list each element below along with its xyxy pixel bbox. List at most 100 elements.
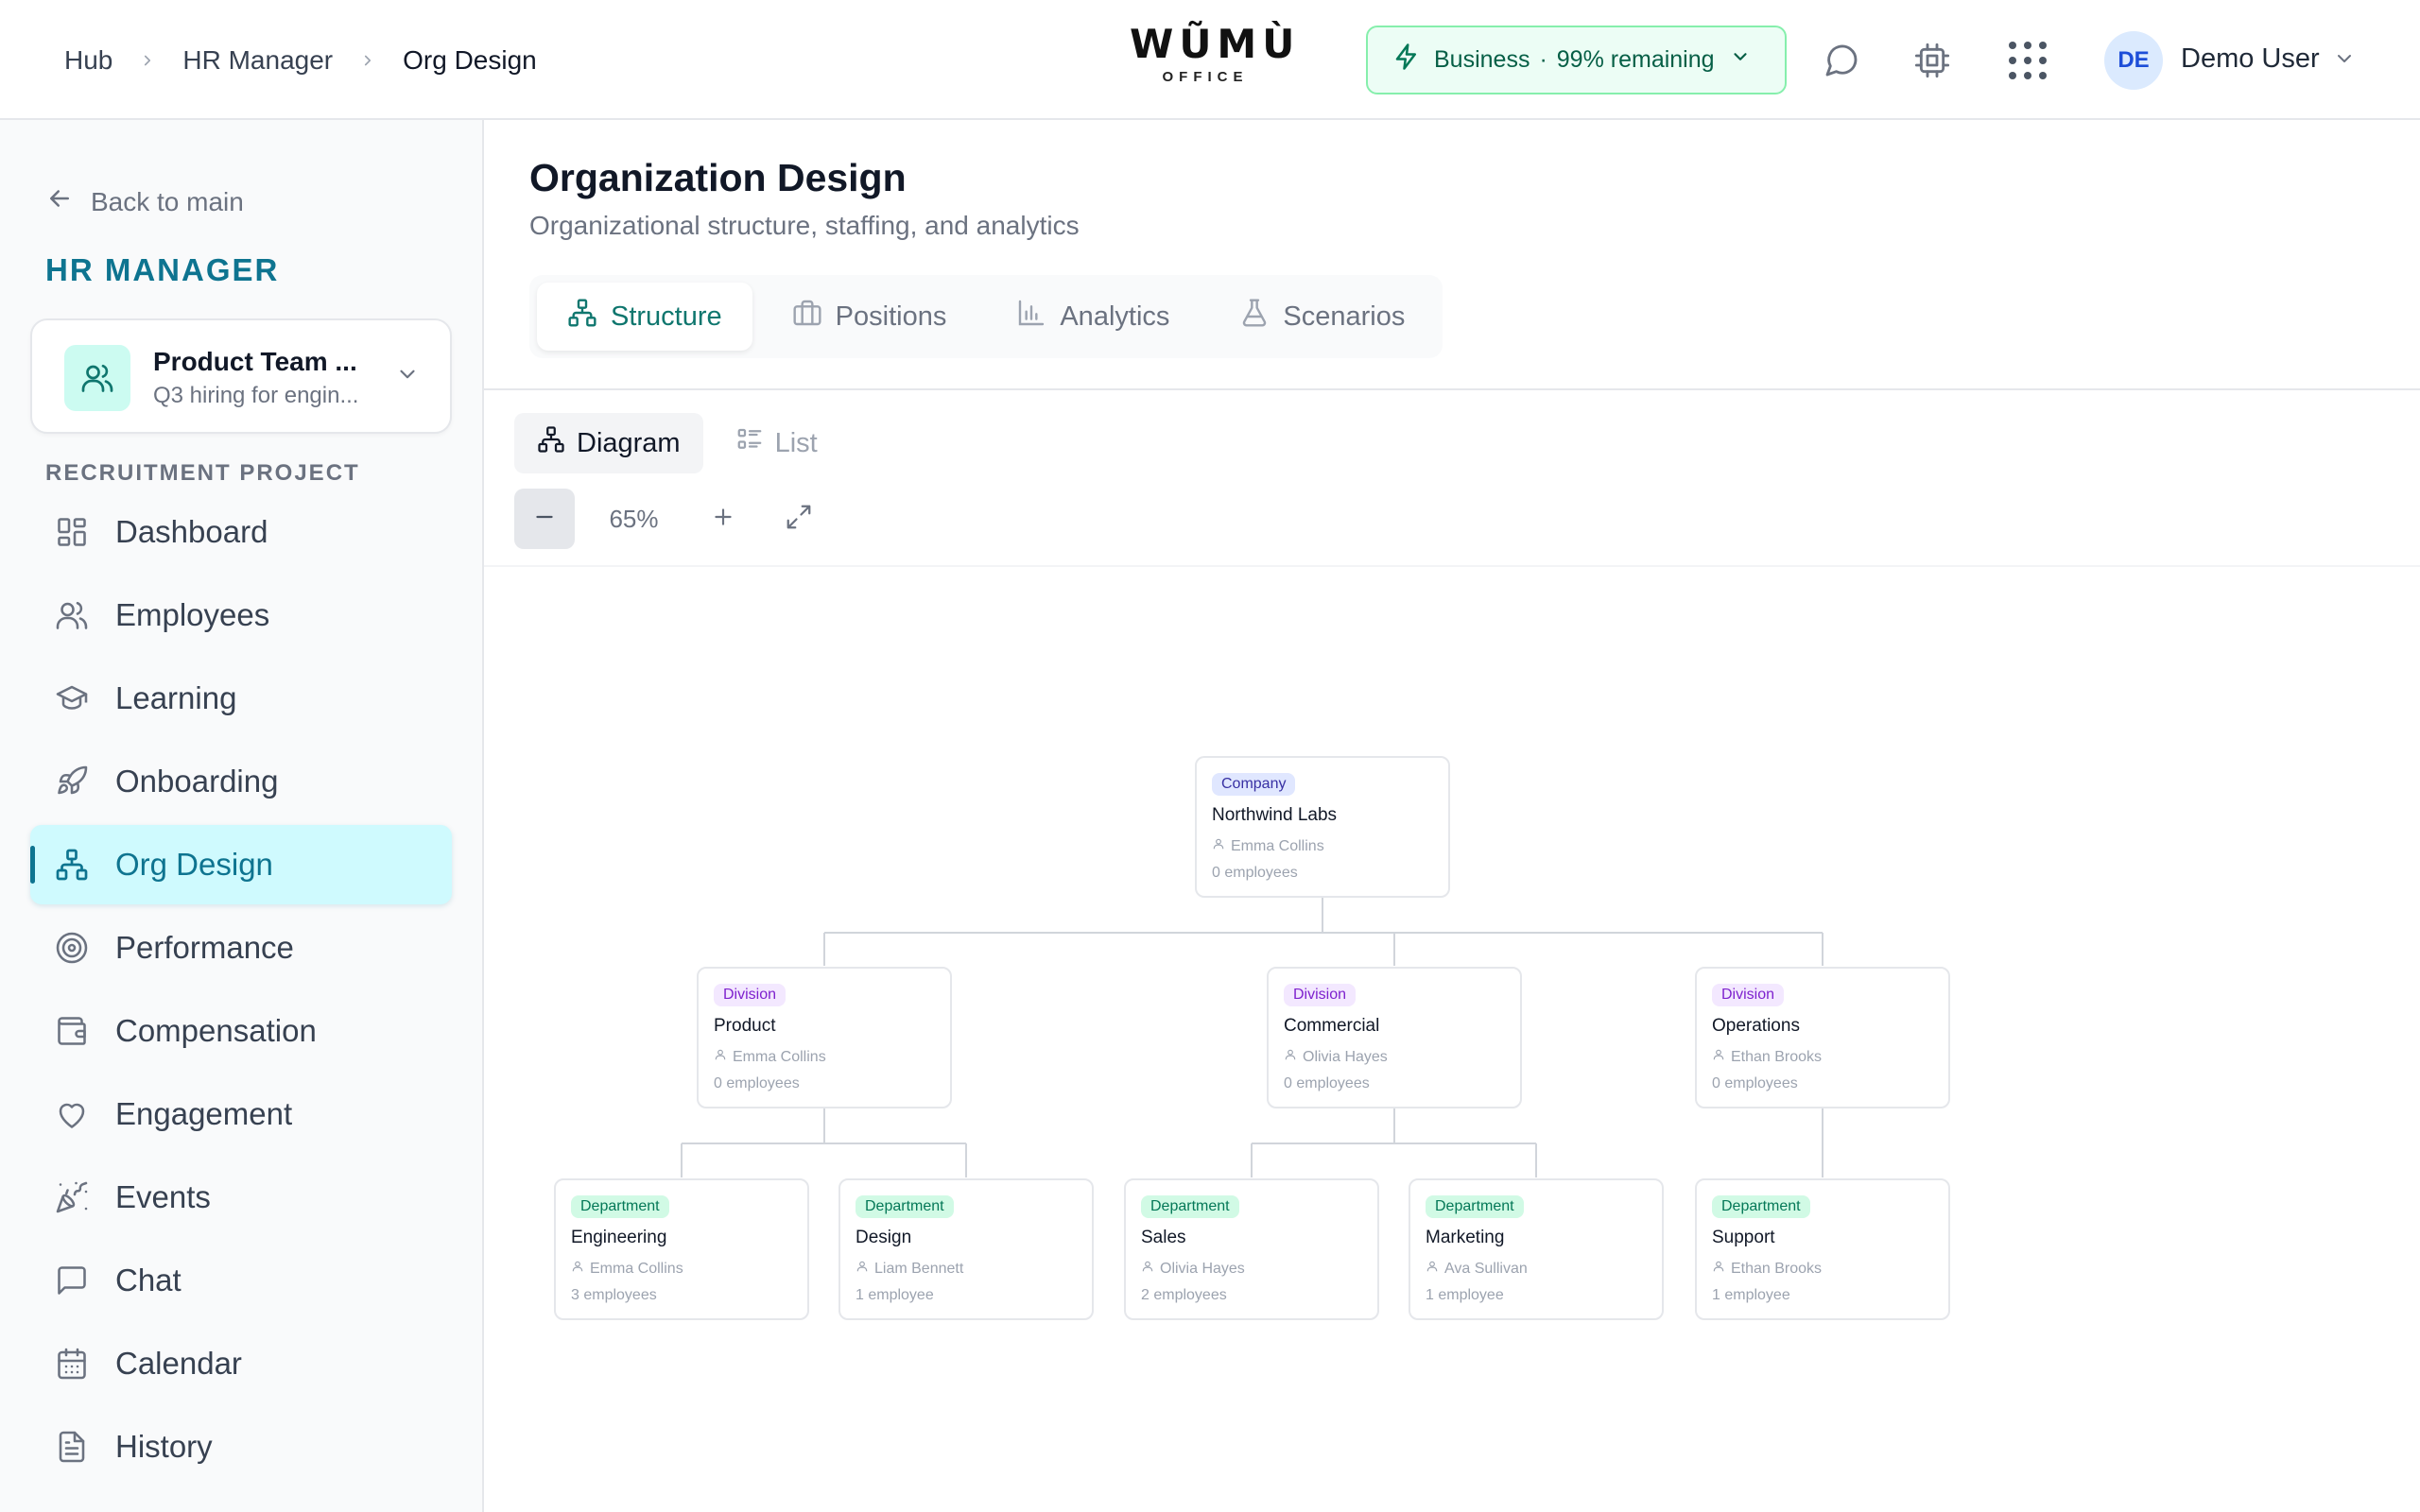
apps-grid-icon[interactable] [2005, 38, 2050, 83]
sidebar-item-history[interactable]: History [30, 1407, 452, 1486]
module-title: HR MANAGER [45, 252, 280, 287]
node-employee-count: 0 employees [714, 1075, 800, 1091]
sidebar-item-org-design[interactable]: Org Design [30, 825, 452, 904]
sidebar-item-learning[interactable]: Learning [30, 659, 452, 738]
user-icon [1426, 1260, 1439, 1278]
org-chart-icon [53, 846, 91, 884]
tab-label: Structure [611, 301, 722, 332]
org-node-division[interactable]: Division Operations Ethan Brooks 0 emplo… [1695, 967, 1950, 1108]
view-diagram-button[interactable]: Diagram [514, 413, 703, 473]
org-node-department[interactable]: Department Marketing Ava Sullivan 1 empl… [1409, 1178, 1664, 1320]
user-icon [1212, 837, 1225, 855]
zoom-controls: 65% [514, 489, 829, 549]
plus-icon [711, 505, 735, 534]
user-icon [856, 1260, 869, 1278]
graduation-cap-icon [53, 679, 91, 717]
sidebar-item-onboarding[interactable]: Onboarding [30, 742, 452, 821]
project-selector[interactable]: Product Team ... Q3 hiring for engin... [30, 318, 452, 434]
node-lead: Olivia Hayes [1141, 1260, 1362, 1278]
sidebar-item-dashboard[interactable]: Dashboard [30, 492, 452, 572]
tab-scenarios[interactable]: Scenarios [1209, 283, 1435, 351]
node-type-badge: Department [856, 1195, 954, 1218]
chevron-down-icon [1730, 46, 1751, 74]
node-lead-name: Ethan Brooks [1731, 1048, 1823, 1065]
node-lead: Emma Collins [571, 1260, 792, 1278]
lightning-icon [1392, 43, 1421, 77]
user-icon [1712, 1048, 1725, 1066]
main-content: Organization Design Organizational struc… [484, 120, 2420, 1512]
divider [484, 388, 2420, 390]
chat-bubble-icon[interactable] [1819, 38, 1864, 83]
tab-positions[interactable]: Positions [762, 283, 977, 351]
dashboard-icon [53, 513, 91, 551]
org-chart-icon [567, 298, 597, 335]
sidebar-item-engagement[interactable]: Engagement [30, 1074, 452, 1154]
node-name: Sales [1141, 1228, 1186, 1247]
org-node-department[interactable]: Department Design Liam Bennett 1 employe… [838, 1178, 1094, 1320]
sidebar-item-compensation[interactable]: Compensation [30, 991, 452, 1071]
tab-analytics[interactable]: Analytics [986, 283, 1200, 351]
node-type-badge: Company [1212, 773, 1296, 796]
wallet-icon [53, 1012, 91, 1050]
chevron-down-icon[interactable] [2333, 47, 2356, 75]
tab-label: Analytics [1060, 301, 1170, 332]
node-name: Northwind Labs [1212, 805, 1338, 825]
sidebar-item-events[interactable]: Events [30, 1158, 452, 1237]
node-name: Design [856, 1228, 912, 1247]
node-lead: Liam Bennett [856, 1260, 1077, 1278]
user-name[interactable]: Demo User [2181, 43, 2320, 75]
node-lead: Olivia Hayes [1284, 1048, 1505, 1066]
org-node-department[interactable]: Department Engineering Emma Collins 3 em… [554, 1178, 809, 1320]
org-chart-canvas[interactable]: Company Northwind Labs Emma Collins 0 em… [484, 567, 2420, 1512]
node-type-badge: Division [1284, 984, 1357, 1006]
cpu-icon[interactable] [1910, 38, 1955, 83]
node-name: Product [714, 1016, 776, 1036]
sidebar-item-employees[interactable]: Employees [30, 576, 452, 655]
user-icon [1712, 1260, 1725, 1278]
breadcrumb-hub[interactable]: Hub [64, 45, 112, 76]
users-icon [53, 596, 91, 634]
view-toggle: Diagram List [514, 413, 840, 473]
party-popper-icon [53, 1178, 91, 1216]
node-lead: Emma Collins [714, 1048, 935, 1066]
breadcrumb-hr-manager[interactable]: HR Manager [182, 45, 333, 76]
sidebar-item-label: Calendar [115, 1346, 242, 1381]
tab-bar: Structure Positions Analytics Scenarios [529, 275, 1443, 358]
project-name: Product Team ... [153, 347, 357, 376]
sidebar-item-performance[interactable]: Performance [30, 908, 452, 988]
view-list-button[interactable]: List [713, 413, 840, 473]
node-type-badge: Division [714, 984, 786, 1006]
arrow-left-icon [45, 184, 74, 219]
user-icon [1284, 1048, 1297, 1066]
node-employee-count: 0 employees [1712, 1075, 1798, 1091]
org-node-department[interactable]: Department Support Ethan Brooks 1 employ… [1695, 1178, 1950, 1320]
tab-label: Scenarios [1283, 301, 1406, 332]
app-logo[interactable]: WŨMÙ OFFICE [1130, 21, 1294, 85]
org-node-department[interactable]: Department Sales Olivia Hayes 2 employee… [1124, 1178, 1379, 1320]
node-type-badge: Department [1426, 1195, 1524, 1218]
avatar[interactable]: DE [2104, 31, 2163, 90]
plan-badge[interactable]: Business · 99% remaining [1366, 26, 1787, 94]
org-node-division[interactable]: Division Commercial Olivia Hayes 0 emplo… [1267, 967, 1522, 1108]
fit-to-screen-button[interactable] [769, 489, 829, 549]
breadcrumb-org-design: Org Design [403, 44, 537, 75]
tab-structure[interactable]: Structure [537, 283, 752, 351]
sidebar-item-chat[interactable]: Chat [30, 1241, 452, 1320]
zoom-out-button[interactable] [514, 489, 575, 549]
sidebar-item-label: Learning [115, 680, 237, 715]
node-type-badge: Division [1712, 984, 1785, 1006]
file-text-icon [53, 1428, 91, 1466]
node-lead-name: Olivia Hayes [1303, 1048, 1388, 1065]
node-lead: Ethan Brooks [1712, 1048, 1933, 1066]
zoom-level: 65% [609, 504, 659, 533]
node-lead: Ethan Brooks [1712, 1260, 1933, 1278]
sidebar-item-label: Engagement [115, 1096, 293, 1131]
org-node-division[interactable]: Division Product Emma Collins 0 employee… [697, 967, 952, 1108]
page-title: Organization Design [529, 156, 907, 199]
sidebar-item-calendar[interactable]: Calendar [30, 1324, 452, 1403]
back-to-main-link[interactable]: Back to main [45, 184, 244, 219]
zoom-in-button[interactable] [693, 489, 753, 549]
sidebar-item-label: Chat [115, 1263, 182, 1297]
org-node-company[interactable]: Company Northwind Labs Emma Collins 0 em… [1195, 756, 1450, 898]
section-label: RECRUITMENT PROJECT [45, 460, 360, 486]
